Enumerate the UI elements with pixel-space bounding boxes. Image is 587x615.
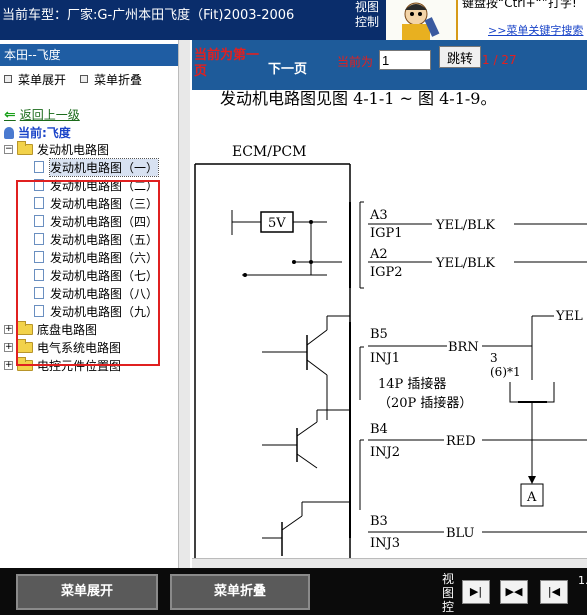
pin-b5-name: INJ1 — [370, 351, 400, 366]
mascot-image — [386, 0, 456, 40]
pin-b4-name: INJ2 — [370, 445, 400, 460]
left-vertical-scrollbar[interactable] — [178, 40, 190, 568]
expand-menu-label: 菜单展开 — [18, 72, 67, 87]
current-label: 当前为 — [337, 55, 374, 69]
menu-tools: 菜单展开 菜单折叠 — [0, 66, 187, 92]
current-location: 当前:飞度 — [4, 124, 71, 141]
back-label: 返回上一级 — [19, 108, 80, 122]
current-label: 当前:飞度 — [18, 126, 71, 140]
left-menu-panel: 本田--飞度 菜单展开 菜单折叠 ⇐ 返回上一级 当前:飞度 − 发动机电路图 — [0, 40, 188, 568]
highlight-box — [16, 180, 160, 366]
app-window: 当前车型：厂家:G-广州本田飞度（Fit)2003-2006 视图控制 键盘按“… — [0, 0, 587, 615]
circuit-diagram: 发动机电路图见图 4-1-1 ~ 图 4-1-9。 ECM/PCM 5V A3 … — [192, 89, 587, 560]
pin6-label: (6)*1 — [490, 365, 521, 379]
connector-note-1: 14P 插接器 — [378, 376, 446, 392]
keyword-search-link[interactable]: >>菜单关键字搜索 — [488, 22, 583, 38]
expand-toggle-icon[interactable]: + — [4, 342, 13, 352]
next-page-link[interactable]: 下一页 — [268, 58, 307, 77]
pin-a2-name: IGP2 — [370, 265, 403, 280]
tree-node-label: 发动机电路图 — [37, 142, 110, 157]
expand-menu-link[interactable]: 菜单展开 — [4, 71, 66, 88]
connector-note-2: （20P 插接器） — [378, 395, 472, 411]
view-control-label[interactable]: 视图控制 — [352, 0, 382, 30]
pin-b3-wire: BLU — [446, 526, 474, 541]
bottom-bar: 菜单展开 菜单折叠 视图控 ▶| ▶◀ |◀ 1. — [0, 568, 587, 615]
collapse-menu-link[interactable]: 菜单折叠 — [80, 71, 142, 88]
view-right-button[interactable]: ▶| — [462, 580, 490, 604]
ecm-label: ECM/PCM — [232, 144, 306, 160]
tree-node-engine[interactable]: − 发动机电路图 — [4, 140, 186, 158]
expand-menu-button[interactable]: 菜单展开 — [16, 574, 158, 610]
collapse-menu-label: 菜单折叠 — [94, 72, 143, 87]
edge-text: 1. — [578, 574, 587, 587]
arrow-right-icon: ▶| — [469, 585, 483, 598]
car-model-title: 当前车型：厂家:G-广州本田飞度（Fit)2003-2006 — [2, 8, 295, 23]
view-split-button[interactable]: ▶◀ — [500, 580, 528, 604]
collapse-menu-button[interactable]: 菜单折叠 — [170, 574, 310, 610]
pin-b5-id: B5 — [370, 327, 388, 342]
page-number-input[interactable] — [379, 50, 431, 70]
document-icon — [34, 161, 44, 173]
pin-a3-wire: YEL/BLK — [435, 218, 495, 233]
arrow-left-icon: |◀ — [547, 585, 561, 598]
page-total: 1 / 27 — [482, 53, 517, 67]
horizontal-scrollbar[interactable] — [192, 558, 587, 568]
pin-b4-wire: RED — [446, 434, 476, 449]
back-link[interactable]: ⇐ 返回上一级 — [4, 106, 80, 123]
pin3-label: 3 — [490, 351, 498, 365]
expand-icon — [4, 75, 12, 83]
pin-a2-id: A2 — [369, 247, 388, 262]
pin-a2-wire: YEL/BLK — [435, 256, 495, 271]
expand-toggle-icon[interactable]: + — [4, 360, 13, 370]
split-icon: ▶◀ — [505, 585, 523, 598]
pin-b4-id: B4 — [370, 422, 388, 437]
page-navigation: 当前为第一页 下一页 当前为 跳转 1 / 27 — [192, 40, 587, 90]
back-arrow-icon: ⇐ — [4, 106, 16, 123]
jump-button[interactable]: 跳转 — [439, 46, 481, 68]
person-icon — [4, 126, 14, 139]
tip-box: 键盘按“Ctrl+“”打字! >>菜单关键字搜索 — [456, 0, 587, 40]
connector-a-label: A — [526, 490, 537, 505]
pin-b5-wire: BRN — [448, 340, 479, 355]
pin-a3-name: IGP1 — [370, 226, 403, 241]
current-page-label: 当前为第一页 — [194, 48, 260, 79]
collapse-toggle-icon[interactable]: − — [4, 144, 13, 154]
view-left-button[interactable]: |◀ — [540, 580, 568, 604]
pin-b3-name: INJ3 — [370, 536, 400, 551]
expand-toggle-icon[interactable]: + — [4, 324, 13, 334]
tip-text: 键盘按“Ctrl+“”打字! — [462, 0, 577, 10]
regulator-label: 5V — [268, 216, 286, 231]
menu-header: 本田--飞度 — [0, 44, 187, 66]
diagram-caption: 发动机电路图见图 4-1-1 ~ 图 4-1-9。 — [220, 90, 496, 108]
tree-item-engine-1[interactable]: 发动机电路图（一） — [4, 157, 186, 177]
folder-open-icon — [17, 140, 33, 155]
pin-b3-id: B3 — [370, 514, 388, 529]
tree-item-label: 发动机电路图（一） — [48, 157, 160, 177]
main-viewer: 当前为第一页 下一页 当前为 跳转 1 / 27 发动机电路图见图 4-1-1 … — [192, 40, 587, 568]
collapse-icon — [80, 75, 89, 83]
pin-a3-id: A3 — [369, 208, 388, 223]
top-bar: 当前车型：厂家:G-广州本田飞度（Fit)2003-2006 视图控制 键盘按“… — [0, 0, 587, 40]
yel-label: YEL — [555, 309, 583, 324]
view-control-label: 视图控 — [442, 572, 455, 614]
